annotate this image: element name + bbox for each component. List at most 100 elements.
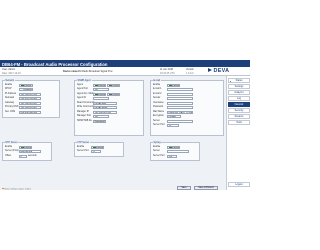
gateway-input[interactable]: 192.168.001.001 (19, 101, 41, 105)
sidebar-nav: Status Settings Analyzer Log Network Sec… (226, 76, 250, 190)
field-label: Agent Port (77, 88, 88, 90)
chevron-down-icon (177, 116, 180, 118)
download-mib-button[interactable]: Download (93, 119, 107, 123)
snmp-panel: SNMP Agent Agent Enabled Disabled Agent … (74, 79, 144, 136)
password-input[interactable] (167, 106, 193, 110)
form-row: Netmask 255.255.255.000 (5, 97, 59, 101)
field-label: DHCP (5, 88, 12, 90)
form-row: Sender (153, 97, 223, 101)
form-row: Server Port 514 (153, 155, 199, 158)
form-row: Server Port 21 (77, 150, 123, 154)
field-label: IP Address (5, 92, 17, 95)
agent-acc-read-radio[interactable]: Enabled (93, 92, 106, 96)
save-and-reboot-button[interactable]: Save & Reboot (194, 185, 218, 190)
ntp-enable-row: Enable Enabled (5, 146, 51, 149)
network-enable-label: Enable (5, 83, 13, 86)
sidebar-item-security[interactable]: Security (228, 108, 250, 113)
network-title: Network (4, 79, 15, 83)
agent-port-input[interactable]: 161 (93, 88, 109, 92)
ntp-title: NTP Server (4, 141, 19, 145)
read-community-input[interactable]: DEVAPublic (93, 101, 117, 105)
smtp-server-input[interactable] (167, 119, 193, 123)
email-enable-checkbox[interactable]: Enabled (167, 83, 180, 87)
main-content: Network Enable Enabled DHCP Disabled IP … (0, 76, 226, 190)
agent-acc-write-radio[interactable]: Disabled (107, 92, 120, 96)
ntp-enable-checkbox[interactable]: Enabled (19, 145, 32, 149)
field-label: Manager Port (77, 115, 91, 117)
agent-id-input[interactable] (93, 97, 109, 101)
encryption-select[interactable]: Disable (167, 115, 181, 119)
form-row: Server Port 25 (153, 124, 223, 128)
sidebar-item-settings[interactable]: Settings (228, 84, 250, 89)
ftp-title: FTP Server (76, 141, 91, 145)
manager-port-input[interactable]: 162 (93, 115, 109, 119)
ftp-enable-checkbox[interactable]: Enabled (91, 145, 104, 149)
ip-address-input[interactable]: 192.168.001.100 (19, 92, 41, 96)
form-row: IP Address 192.168.001.100 (5, 93, 59, 96)
form-row: Read Community DEVAPublic (77, 102, 143, 105)
network-enable-checkbox[interactable]: Enabled (19, 83, 33, 87)
sender-input[interactable] (167, 97, 193, 101)
field-label: Gateway (5, 101, 15, 104)
reboot-note: Some settings require reboot (2, 187, 31, 190)
sidebar-item-network[interactable]: Network (228, 102, 250, 107)
mail-name-input[interactable]: DB64-FM_DATE_CODE (167, 110, 193, 114)
network-enable-row: Enable Enabled (5, 84, 59, 87)
netmask-input[interactable]: 255.255.255.000 (19, 97, 41, 101)
form-row: Server (153, 150, 199, 154)
syslog-port-input[interactable]: 514 (167, 154, 177, 158)
sidebar-item-status[interactable]: Status (228, 78, 250, 83)
sidebar-item-label: Network (234, 103, 244, 106)
sidebar-item-label: Log (237, 97, 241, 100)
smtp-port-input[interactable]: 25 (167, 124, 179, 128)
form-row: Server (Pool) pool.ntp.org (5, 150, 51, 154)
form-row: Encryption Disable (153, 115, 223, 119)
syslog-title: Syslog (152, 141, 162, 145)
ntp-offset-input[interactable]: 0 (19, 154, 27, 158)
form-row: Offset 0 seconds (5, 155, 51, 158)
field-label: Password (153, 106, 164, 108)
write-community-input[interactable]: DEVAPrivate (93, 106, 117, 110)
field-label: Mail Name (153, 110, 164, 113)
ntp-enable-label: Enable (5, 145, 13, 148)
ftp-panel: FTP Server Enable Enabled Server Port 21 (74, 141, 124, 157)
sidebar-item-streams[interactable]: Streams (228, 114, 250, 119)
form-row: Agent ID (77, 97, 143, 101)
ftp-port-input[interactable]: 21 (91, 150, 101, 154)
manager-ip-input[interactable]: 192.168.001.100 (93, 110, 117, 114)
syslog-enable-checkbox[interactable]: Enabled (167, 145, 180, 149)
save-button[interactable]: Save (177, 185, 191, 190)
ntp-server-input[interactable]: pool.ntp.org (19, 150, 41, 154)
ftp-port-label: Server Port (77, 150, 89, 152)
firmware-version: 1.0.0-0 (186, 71, 194, 75)
device-name-label: Device name: (63, 69, 79, 73)
email1-input[interactable] (167, 88, 193, 92)
secondary-dns-input[interactable]: 008.008.008.008 (19, 110, 41, 114)
brand-logo: DEVA (213, 67, 230, 74)
username-input[interactable] (167, 101, 193, 105)
network-panel: Network Enable Enabled DHCP Disabled IP … (2, 79, 60, 118)
snmp-disabled-radio[interactable]: Disabled (107, 83, 120, 87)
form-row: Manager IP 192.168.001.100 (77, 111, 143, 114)
dhcp-checkbox[interactable]: Disabled (19, 88, 33, 92)
ntp-panel: NTP Server Enable Enabled Server (Pool) … (2, 141, 52, 161)
ntp-offset-label: Offset (5, 154, 12, 157)
snmp-title: SNMP Agent (76, 79, 92, 83)
syslog-server-input[interactable] (167, 150, 189, 154)
primary-dns-input[interactable]: 192.168.001.001 (19, 106, 41, 110)
field-label: Encryption (153, 115, 164, 117)
sidebar-item-label: Tools (236, 121, 242, 124)
status-dot-icon (230, 80, 232, 82)
field-label: Sec. DNS (5, 110, 16, 113)
form-row: Write Community DEVAPrivate (77, 106, 143, 110)
logout-button[interactable]: Logout (228, 182, 250, 187)
sidebar-item-tools[interactable]: Tools (228, 120, 250, 125)
email2-input[interactable] (167, 92, 193, 96)
field-label: Username (153, 101, 164, 104)
snmp-enabled-radio[interactable]: Enabled (93, 83, 106, 87)
field-label: Server Port (153, 124, 165, 126)
form-row: Username (153, 102, 223, 105)
sidebar-item-log[interactable]: Log (228, 96, 250, 101)
syslog-server-label: Server (153, 150, 160, 152)
sidebar-item-analyzer[interactable]: Analyzer (228, 90, 250, 95)
